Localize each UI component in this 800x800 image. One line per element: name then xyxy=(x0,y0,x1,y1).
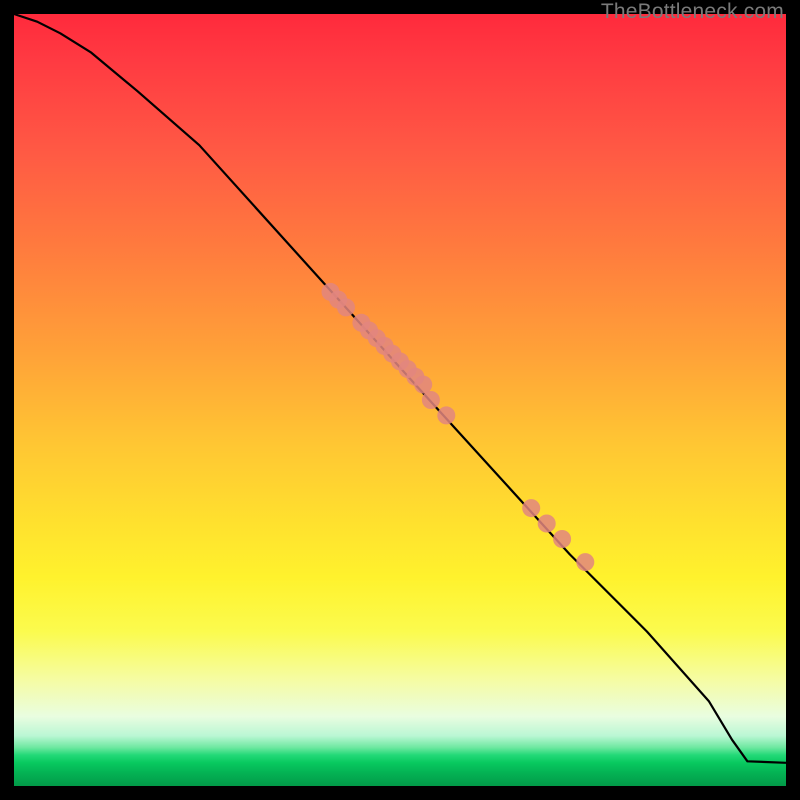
data-dot xyxy=(553,530,571,548)
chart-stage: TheBottleneck.com xyxy=(0,0,800,800)
data-dot xyxy=(522,499,540,517)
watermark-text: TheBottleneck.com xyxy=(601,0,784,24)
data-dot xyxy=(538,515,556,533)
curve-line xyxy=(14,14,786,763)
data-dot xyxy=(576,553,594,571)
data-dot xyxy=(422,391,440,409)
dots-group xyxy=(322,283,595,571)
data-dot xyxy=(414,376,432,394)
data-dot xyxy=(337,298,355,316)
plot-area xyxy=(14,14,786,786)
data-dot xyxy=(437,406,455,424)
chart-svg xyxy=(14,14,786,786)
